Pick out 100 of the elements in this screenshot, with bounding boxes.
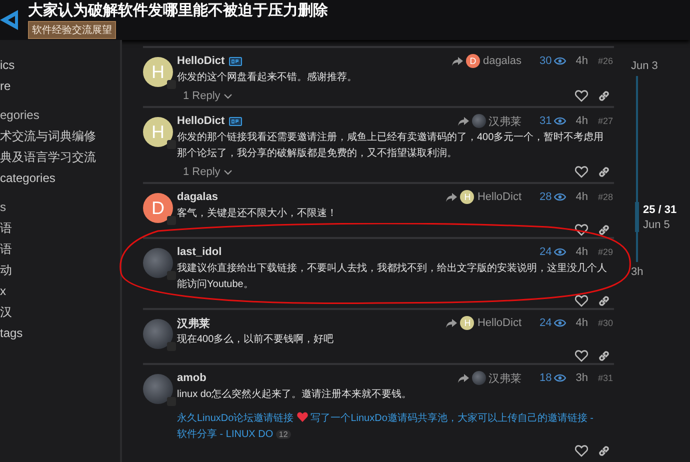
username[interactable]: HelloDict bbox=[177, 55, 225, 67]
post-number: #29 bbox=[598, 247, 614, 257]
sidebar-item[interactable]: 语 bbox=[0, 218, 120, 239]
sidebar-item[interactable]: 汉 bbox=[0, 302, 120, 323]
post-number: #26 bbox=[598, 56, 614, 66]
flair-icon bbox=[167, 140, 176, 149]
topic-title: 大家认为破解软件发哪里能不被迫于压力删除 bbox=[28, 1, 328, 20]
reply-arrow-icon bbox=[458, 374, 468, 382]
post-time[interactable]: 4h bbox=[576, 246, 588, 258]
reply-to-name: 汉弗莱 bbox=[488, 372, 522, 386]
replies-button[interactable]: 1 Reply bbox=[177, 164, 238, 180]
post-time[interactable]: 4h bbox=[576, 55, 588, 67]
avatar-photo[interactable] bbox=[143, 319, 173, 349]
reply-to-name: dagalas bbox=[482, 55, 522, 67]
timeline-start-date[interactable]: Jun 3 bbox=[631, 60, 690, 72]
like-icon[interactable] bbox=[575, 166, 588, 178]
sidebar-item[interactable]: 典及语言学习交流 bbox=[0, 147, 120, 168]
flair-icon bbox=[167, 397, 176, 406]
post-text: 我建议你直接给出下载链接，不要叫人去找，我都找不到，给出文字版的安装说明，这里没几个人能访问Youtube。 bbox=[177, 262, 608, 292]
post-position: 25 / 31 bbox=[643, 204, 677, 216]
like-icon[interactable] bbox=[575, 350, 588, 362]
reply-arrow-icon bbox=[446, 318, 458, 328]
view-count: 30 bbox=[540, 55, 566, 67]
post-text: 现在400多么，以前不要钱啊，好吧 bbox=[177, 332, 335, 347]
username[interactable]: HelloDict bbox=[177, 115, 225, 127]
timeline-track[interactable] bbox=[636, 76, 638, 262]
view-count: 28 bbox=[540, 191, 566, 203]
like-icon[interactable] bbox=[575, 444, 588, 456]
replies-button[interactable]: 1 Reply bbox=[177, 88, 238, 104]
sidebar-heading[interactable]: egories bbox=[0, 105, 120, 126]
post-text: 客气，关键是还不限大小，不限速！ bbox=[177, 206, 338, 221]
avatar-photo[interactable] bbox=[143, 248, 173, 278]
reply-arrow-icon bbox=[458, 116, 468, 126]
reply-to-link[interactable]: 汉弗莱 bbox=[458, 370, 522, 386]
logo-icon[interactable] bbox=[0, 8, 20, 32]
flair-icon bbox=[167, 271, 176, 280]
link-icon[interactable] bbox=[598, 294, 610, 306]
post-time[interactable]: 4h bbox=[576, 115, 588, 127]
post-time[interactable]: 4h bbox=[576, 191, 588, 203]
like-icon[interactable] bbox=[575, 294, 588, 306]
avatar-photo[interactable] bbox=[143, 374, 173, 404]
reply-to-link[interactable]: H HelloDict bbox=[446, 190, 522, 204]
sidebar-item[interactable]: 术交流与词典编修 bbox=[0, 126, 120, 147]
flair-icon bbox=[167, 216, 176, 225]
post-number: #30 bbox=[598, 318, 614, 328]
chevron-icon bbox=[224, 94, 232, 98]
timeline-date: Jun 5 bbox=[643, 219, 671, 231]
chevron-icon bbox=[224, 170, 232, 174]
avatar-photo[interactable] bbox=[472, 371, 486, 385]
link-icon[interactable] bbox=[598, 350, 610, 362]
heart-icon bbox=[296, 412, 308, 422]
eye-icon bbox=[554, 319, 566, 327]
reply-to-name: HelloDict bbox=[477, 191, 522, 203]
eye-icon bbox=[554, 117, 566, 125]
post-text: 你发的那个链接我看还需要邀请注册，咸鱼上已经有卖邀请码的了，400多元一个，暂时不考虑用那个论坛了，我分享的破解版都是免费的，又不指望谋取利润。 bbox=[177, 130, 605, 161]
timeline-end-date[interactable]: 3h bbox=[631, 266, 690, 278]
post-number: #28 bbox=[598, 192, 614, 202]
link-icon[interactable] bbox=[598, 166, 610, 178]
post-time[interactable]: 3h bbox=[576, 372, 588, 384]
sidebar-item[interactable]: x bbox=[0, 281, 120, 302]
reply-to-link[interactable]: 汉弗莱 bbox=[458, 114, 522, 128]
reply-to-link[interactable]: H HelloDict bbox=[446, 316, 522, 330]
post-text: linux do怎么突然火起来了。邀请注册本来就不要钱。 bbox=[177, 388, 412, 402]
sidebar-item[interactable]: 动 bbox=[0, 260, 120, 281]
post-time[interactable]: 4h bbox=[576, 317, 588, 329]
sidebar-item[interactable]: re bbox=[0, 76, 120, 97]
post-text: 你发的这个网盘看起来不错。感谢推荐。 bbox=[177, 70, 358, 85]
reply-arrow-icon bbox=[446, 192, 458, 202]
reply-to-name: 汉弗莱 bbox=[488, 114, 522, 128]
sidebar-item[interactable]: categories bbox=[0, 168, 120, 189]
view-count: 18 bbox=[540, 372, 566, 384]
username[interactable]: dagalas bbox=[177, 191, 218, 203]
flair-icon bbox=[167, 80, 176, 89]
link-preview-text: 永久LinuxDo论坛邀请链接 写了一个LinuxDo邀请码共享池，大家可以上传自己的邀请链接 - 软件分享 - LINUX DO 12 bbox=[177, 411, 595, 442]
post-number: #31 bbox=[598, 373, 614, 383]
eye-icon bbox=[554, 57, 566, 65]
eye-icon bbox=[554, 374, 566, 382]
timeline-handle[interactable] bbox=[635, 202, 639, 232]
username[interactable]: last_idol bbox=[177, 246, 222, 258]
sidebar-item[interactable]: ics bbox=[0, 55, 120, 76]
sidebar-heading[interactable]: s bbox=[0, 197, 120, 218]
reply-to-link[interactable]: D dagalas bbox=[452, 54, 522, 68]
eye-icon bbox=[554, 193, 566, 201]
view-count: 24 bbox=[540, 246, 566, 258]
username[interactable]: amob bbox=[177, 372, 206, 384]
sidebar-item[interactable]: tags bbox=[0, 323, 120, 344]
view-count: 31 bbox=[540, 115, 566, 127]
link-icon[interactable] bbox=[598, 444, 610, 456]
topic-link[interactable]: 永久LinuxDo论坛邀请链接 bbox=[177, 413, 294, 424]
link-icon[interactable] bbox=[598, 224, 610, 236]
reply-arrow-icon bbox=[452, 56, 463, 66]
category-tag[interactable]: 软件经验交流展望 bbox=[28, 21, 116, 39]
link-icon[interactable] bbox=[598, 90, 610, 102]
click-count: 12 bbox=[276, 430, 291, 439]
like-icon[interactable] bbox=[575, 224, 588, 236]
like-icon[interactable] bbox=[575, 90, 588, 102]
sidebar-item[interactable]: 语 bbox=[0, 239, 120, 260]
avatar-photo[interactable] bbox=[472, 114, 486, 128]
post-number: #27 bbox=[598, 116, 614, 126]
username[interactable]: 汉弗莱 bbox=[177, 316, 210, 330]
